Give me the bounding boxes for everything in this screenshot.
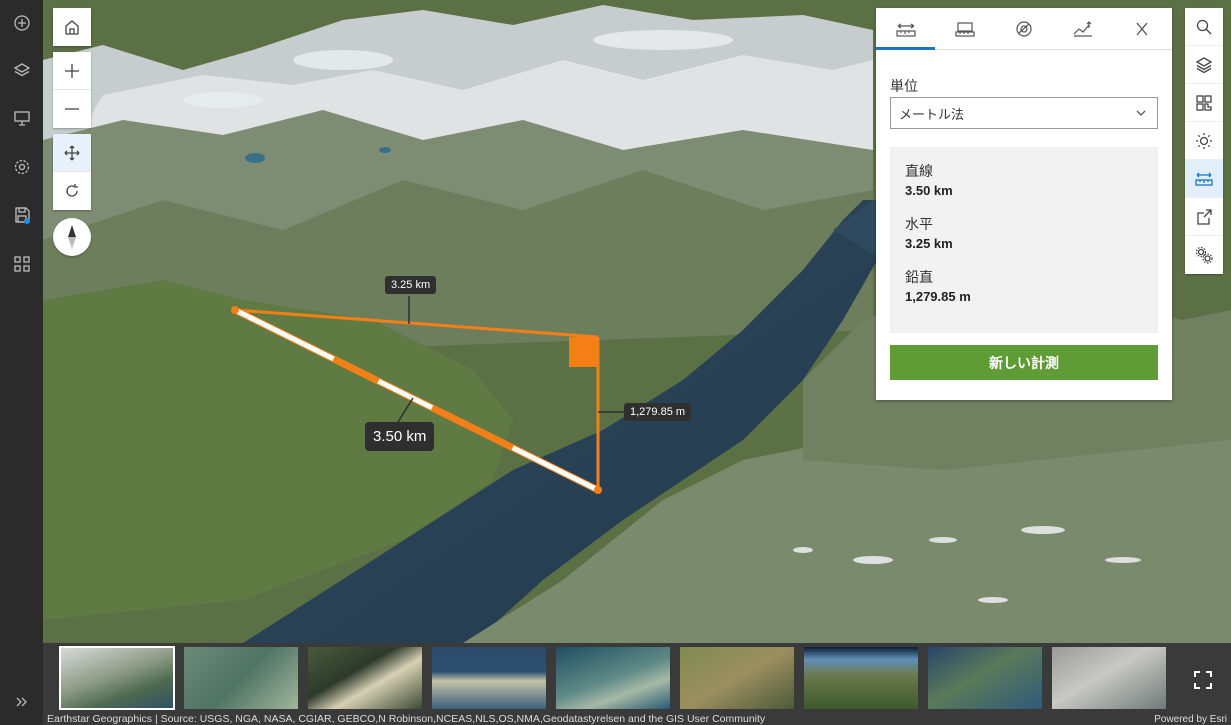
direct-label: 直線 — [905, 163, 933, 179]
measurement-panel: 単位 メートル法 直線 3.50 km 水平 3.25 km 鉛直 1,279.… — [876, 8, 1172, 400]
powered-by-text[interactable]: Powered by Esri — [1154, 714, 1227, 725]
navigation-toggle — [53, 134, 91, 210]
double-chevron-right-icon[interactable] — [0, 686, 43, 718]
units-select[interactable]: メートル法 — [890, 97, 1158, 129]
basemap-gallery: Earthstar Geographics | Source: USGS, NG… — [43, 643, 1231, 725]
direct-distance-label: 3.50 km — [365, 422, 435, 451]
measurement-results: 直線 3.50 km 水平 3.25 km 鉛直 1,279.85 m — [890, 147, 1158, 333]
slice-icon[interactable] — [994, 8, 1053, 49]
measurement-tabs — [876, 8, 1172, 50]
settings-icon[interactable] — [0, 144, 43, 190]
units-label: 単位 — [890, 78, 918, 94]
layers-icon[interactable] — [0, 48, 43, 94]
vertical-label: 鉛直 — [905, 269, 933, 285]
layers-icon[interactable] — [1185, 46, 1223, 84]
right-toolbar — [1185, 8, 1223, 274]
presentation-icon[interactable] — [0, 95, 43, 141]
direct-value: 3.50 km — [905, 183, 953, 198]
basemap-thumbnail-8[interactable] — [928, 647, 1042, 709]
attribution-text: Earthstar Geographics | Source: USGS, NG… — [47, 713, 766, 725]
fullscreen-icon[interactable] — [1184, 661, 1222, 699]
compass-icon[interactable] — [53, 218, 91, 256]
measure-icon[interactable] — [1185, 160, 1223, 198]
add-icon[interactable] — [0, 0, 43, 46]
vertical-value: 1,279.85 m — [905, 289, 971, 304]
zoom-in-icon[interactable] — [53, 52, 91, 90]
unsaved-indicator — [24, 218, 30, 224]
basemap-thumbnail-6[interactable] — [680, 647, 794, 709]
pan-icon[interactable] — [53, 134, 91, 172]
horizontal-label: 水平 — [905, 216, 933, 232]
app-root: 3.25 km 3.50 km 1,279.85 m 単位 メートル法 直線 3… — [0, 0, 1231, 725]
daylight-icon[interactable] — [1185, 122, 1223, 160]
home-icon[interactable] — [53, 8, 91, 46]
close-icon[interactable] — [1113, 8, 1172, 49]
area-measure-icon[interactable] — [935, 8, 994, 49]
basemap-icon[interactable] — [1185, 84, 1223, 122]
units-select-value: メートル法 — [899, 106, 965, 122]
share-icon[interactable] — [1185, 198, 1223, 236]
search-icon[interactable] — [1185, 8, 1223, 46]
horizontal-distance-label: 3.25 km — [385, 276, 437, 294]
home-widget — [53, 8, 91, 46]
save-icon[interactable] — [0, 192, 43, 238]
apps-icon[interactable] — [0, 241, 43, 287]
zoom-widget — [53, 52, 91, 128]
elevation-profile-icon[interactable] — [1054, 8, 1113, 49]
new-measurement-button[interactable]: 新しい計測 — [890, 345, 1158, 380]
rotate-icon[interactable] — [53, 172, 91, 210]
basemap-thumbnail-4[interactable] — [432, 647, 546, 709]
basemap-thumbnail-2[interactable] — [184, 647, 298, 709]
distance-measure-icon[interactable] — [876, 8, 936, 50]
chevron-down-icon — [1136, 110, 1146, 116]
basemap-thumbnail-3[interactable] — [308, 647, 422, 709]
basemap-thumbnail-7[interactable] — [804, 647, 918, 709]
app-sidebar — [0, 0, 43, 725]
zoom-out-icon[interactable] — [53, 90, 91, 128]
horizontal-value: 3.25 km — [905, 236, 953, 251]
basemap-thumbnail-1[interactable] — [59, 646, 175, 710]
tools-icon[interactable] — [1185, 236, 1223, 274]
basemap-thumbnail-9[interactable] — [1052, 647, 1166, 709]
basemap-thumbnail-5[interactable] — [556, 647, 670, 709]
vertical-distance-label: 1,279.85 m — [624, 403, 692, 421]
